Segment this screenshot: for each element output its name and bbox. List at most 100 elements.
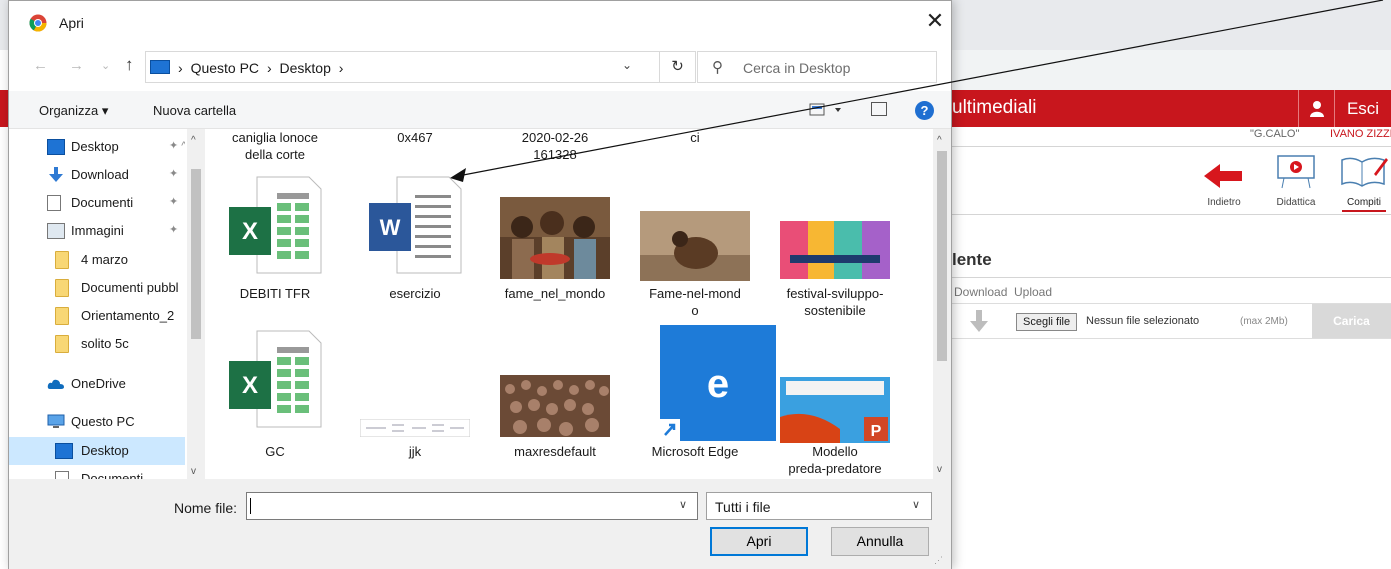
sidebar-item-label: Download	[71, 167, 129, 182]
file-item-jjk[interactable]: jjk	[346, 329, 484, 464]
compiti-tool-button[interactable]: Compiti	[1334, 150, 1391, 212]
browser-toolbar	[950, 50, 1391, 90]
file-item-maxresdefault[interactable]: maxresdefault	[486, 329, 624, 464]
search-box[interactable]: ⚲ Cerca in Desktop	[697, 51, 937, 83]
edge-glyph: e	[707, 362, 729, 406]
command-bar: Organizza ▾ Nuova cartella ?	[9, 91, 951, 129]
folder-icon	[55, 335, 69, 353]
sidebar-scrollbar[interactable]: ^ v	[187, 129, 205, 479]
search-input[interactable]: Cerca in Desktop	[743, 60, 850, 76]
organize-button[interactable]: Organizza ▾	[39, 103, 108, 119]
resize-grip-icon[interactable]: ⋰	[934, 555, 943, 566]
sidebar-item-immagini[interactable]: Immagini ✦	[9, 217, 185, 245]
address-bar[interactable]: › Questo PC › Desktop › ⌄	[145, 51, 660, 83]
file-item-festival-sviluppo[interactable]: festival-sviluppo- sostenibile	[766, 175, 904, 318]
back-tool-label: Indietro	[1207, 197, 1241, 208]
user-name: IVANO ZIZZI	[1330, 128, 1391, 140]
file-item-caniglia[interactable]: caniglia lonoce della corte	[206, 129, 344, 163]
filetype-value: Tutti i file	[715, 499, 771, 515]
upload-button[interactable]: Carica	[1312, 304, 1391, 338]
column-header-upload: Upload	[1014, 285, 1053, 299]
back-button[interactable]: ←	[33, 57, 48, 74]
logout-button[interactable]: Esci	[1334, 90, 1391, 127]
file-name: 161328	[533, 147, 577, 162]
close-button[interactable]: ✕	[924, 10, 946, 33]
view-options-icon[interactable]	[809, 102, 849, 118]
folder-icon	[55, 251, 69, 269]
navigation-bar: ← → ⌄ ↑ › Questo PC › Desktop › ⌄ ↻ ⚲ Ce…	[9, 49, 951, 85]
file-item-ci[interactable]: ci	[626, 129, 764, 146]
sidebar-item-desktop-selected[interactable]: Desktop	[9, 437, 185, 465]
photo-thumbnail	[500, 375, 610, 437]
file-item-fame-nel-mondo[interactable]: fame_nel_mondo	[486, 175, 624, 303]
file-item-modello-preda-predatore[interactable]: P Modello preda-predatore	[766, 329, 904, 476]
file-item-fame-nel-mondo-2[interactable]: Fame-nel-mond o	[626, 175, 764, 318]
text-caret	[250, 498, 251, 514]
compiti-tool-label: Compiti	[1347, 197, 1381, 208]
file-name: Fame-nel-mond o	[649, 286, 741, 318]
search-icon: ⚲	[712, 59, 723, 76]
sidebar-item-label: 4 marzo	[81, 252, 128, 267]
scroll-down-icon[interactable]: v	[191, 466, 196, 477]
edge-shortcut-icon: e	[660, 325, 776, 441]
chevron-down-icon[interactable]: ⌄	[622, 58, 632, 72]
sidebar-item-4-marzo[interactable]: 4 marzo	[9, 246, 185, 274]
refresh-button[interactable]: ↻	[660, 51, 696, 83]
ppt-glyph: P	[871, 423, 882, 440]
filename-input[interactable]: ∨	[246, 492, 698, 520]
file-name: GC	[265, 444, 285, 459]
breadcrumb-questo-pc[interactable]: Questo PC	[191, 60, 259, 76]
file-item-esercizio[interactable]: W esercizio	[346, 175, 484, 303]
dialog-titlebar: Apri ✕	[9, 1, 951, 45]
new-folder-button[interactable]: Nuova cartella	[153, 103, 236, 118]
scrollbar-thumb[interactable]	[191, 169, 201, 339]
file-name: esercizio	[389, 286, 441, 301]
sidebar-item-questo-pc[interactable]: Questo PC	[9, 408, 185, 436]
sidebar-item-documenti-pubblici[interactable]: Documenti pubbl	[9, 274, 185, 302]
help-button[interactable]: ?	[915, 101, 934, 120]
forward-button[interactable]: →	[69, 57, 84, 74]
sidebar-item-solito-5c[interactable]: solito 5c	[9, 330, 185, 358]
choose-file-button[interactable]: Scegli file	[1016, 313, 1078, 331]
file-item-gc[interactable]: X GC	[206, 329, 344, 464]
excel-file-icon: X	[229, 176, 322, 274]
chrome-icon	[29, 14, 47, 32]
sidebar-item-onedrive[interactable]: OneDrive	[9, 370, 185, 398]
sidebar-item-documenti[interactable]: Documenti ✦	[9, 189, 185, 217]
sidebar-item-orientamento[interactable]: Orientamento_2	[9, 302, 185, 330]
navigation-pane: Desktop ✦ ^ Download ✦ Documenti ✦ Immag…	[9, 129, 205, 479]
file-item-debiti-tfr[interactable]: X DEBITI TFR	[206, 175, 344, 303]
pin-icon: ✦	[169, 224, 179, 236]
back-tool-button[interactable]: Indietro	[1194, 150, 1254, 208]
sidebar-item-download[interactable]: Download ✦	[9, 161, 185, 189]
open-button[interactable]: Apri	[710, 527, 808, 556]
scroll-up-icon[interactable]: ^	[937, 135, 942, 146]
didattica-tool-button[interactable]: Didattica	[1266, 150, 1326, 208]
breadcrumb-desktop[interactable]: Desktop	[280, 60, 331, 76]
sidebar-item-label: Questo PC	[71, 414, 135, 429]
scrollbar-thumb[interactable]	[937, 151, 947, 361]
preview-pane-icon[interactable]	[871, 102, 887, 116]
filetype-select[interactable]: Tutti i file ∨	[706, 492, 932, 520]
sidebar-item-documenti-pc[interactable]: Documenti	[9, 465, 185, 479]
file-item-screenshot[interactable]: 2020-02-26 161328	[486, 129, 624, 163]
recent-locations-button[interactable]: ⌄	[101, 59, 110, 72]
file-name: 0x467	[397, 130, 433, 145]
file-item-microsoft-edge[interactable]: e Microsoft Edge	[626, 325, 776, 464]
up-button[interactable]: ↑	[125, 55, 134, 75]
onedrive-icon	[47, 379, 64, 389]
scroll-down-icon[interactable]: v	[937, 464, 942, 475]
section-title: lente	[952, 250, 992, 269]
file-list-scrollbar[interactable]: ^ v	[933, 129, 951, 479]
user-button[interactable]	[1298, 90, 1334, 127]
file-item-0x467[interactable]: 0x467	[346, 129, 484, 146]
chevron-down-icon[interactable]: ∨	[679, 498, 687, 511]
file-name: maxresdefault	[514, 444, 596, 459]
cancel-button[interactable]: Annulla	[831, 527, 929, 556]
folder-icon	[55, 279, 69, 297]
file-name: 2020-02-26	[521, 130, 589, 145]
breadcrumb-separator[interactable]: ›	[339, 60, 344, 76]
file-name: festival-sviluppo- sostenibile	[786, 286, 884, 318]
sidebar-item-desktop[interactable]: Desktop ✦ ^	[9, 133, 185, 161]
scroll-up-icon[interactable]: ^	[191, 135, 196, 146]
